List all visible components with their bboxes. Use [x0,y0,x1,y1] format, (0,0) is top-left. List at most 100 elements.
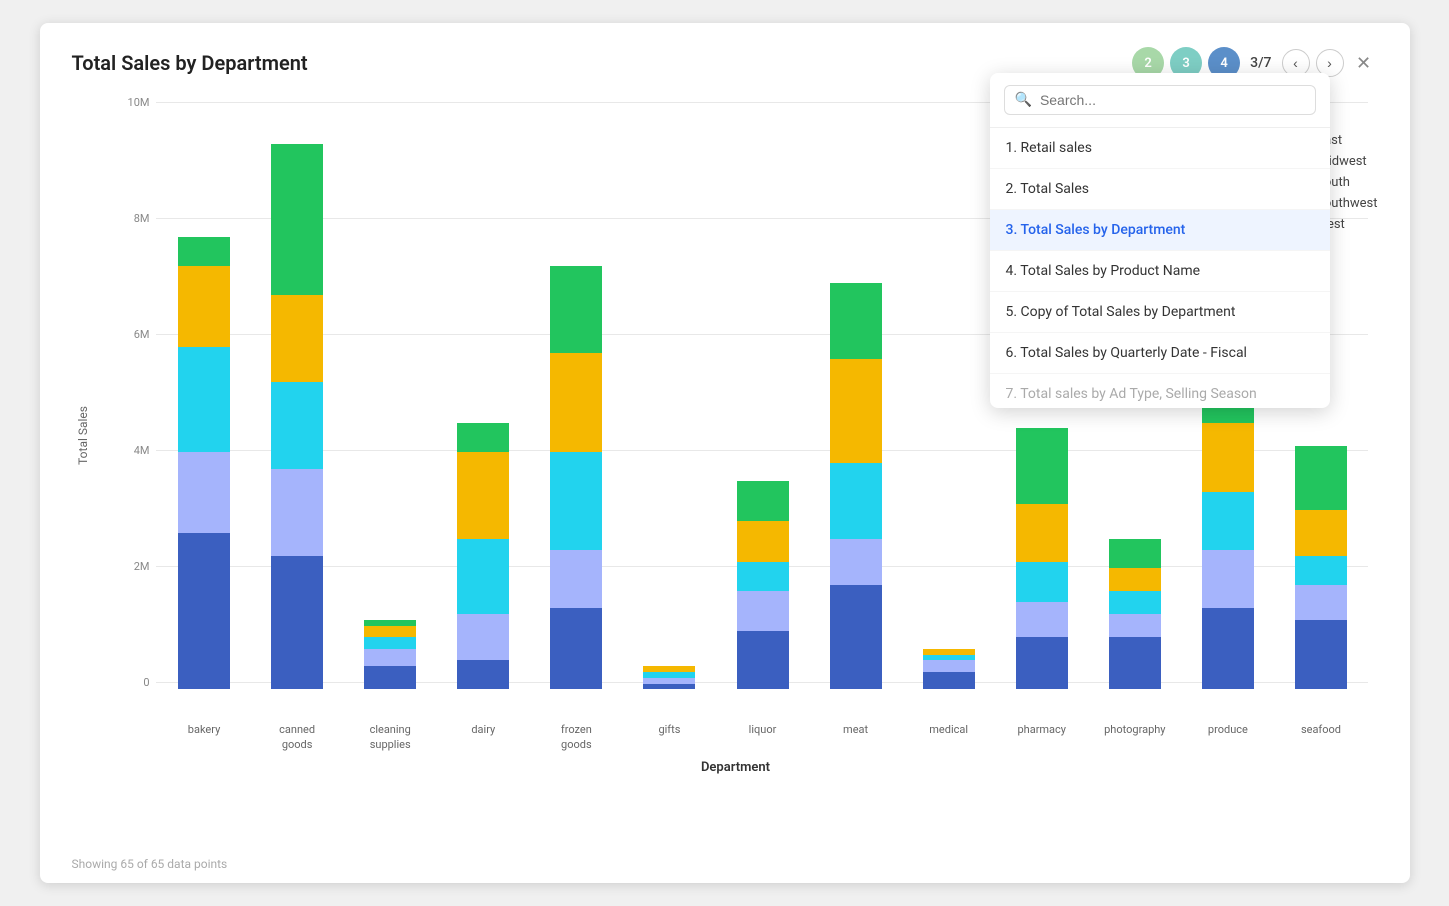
bar-segment-south [830,463,882,538]
bar-segment-midwest [457,452,509,539]
bar-group [902,95,995,689]
bar-segment-east [457,423,509,452]
bar-segment-southwest [550,550,602,608]
bar-group [716,95,809,689]
y-tick-label: 6M [114,328,150,341]
dropdown-item[interactable]: 3. Total Sales by Department [990,210,1330,251]
bar-segment-east [178,237,230,266]
bar-segment-midwest [550,353,602,452]
page-title: Total Sales by Department [72,51,308,75]
bar-segment-southwest [830,539,882,585]
bar-segment-south [1016,562,1068,603]
x-label: bakery [158,723,251,752]
bar-segment-southwest [1202,550,1254,608]
dropdown-item[interactable]: 5. Copy of Total Sales by Department [990,292,1330,333]
bar-segment-west [271,556,323,689]
bar-segment-southwest [457,614,509,660]
dropdown-item[interactable]: 6. Total Sales by Quarterly Date - Fisca… [990,333,1330,374]
dropdown-item[interactable]: 2. Total Sales [990,169,1330,210]
bar-segment-midwest [737,521,789,562]
bar-segment-southwest [737,591,789,632]
chart-container: Total Sales by Department 2 3 4 3/7 ‹ › … [40,23,1410,883]
y-axis-label: Total Sales [72,406,94,465]
bar-group [437,95,530,689]
bar-segment-west [1016,637,1068,689]
x-label: cleaning supplies [344,723,437,752]
bar-segment-south [271,382,323,469]
bar-segment-east [830,283,882,358]
x-axis-area: bakerycanned goodscleaning suppliesdairy… [158,723,1368,752]
search-icon: 🔍 [1015,92,1032,108]
bar-segment-midwest [178,266,230,347]
x-label: meat [809,723,902,752]
x-label: medical [902,723,995,752]
bar-segment-west [737,631,789,689]
y-tick-label: 0 [114,676,150,689]
bar-segment-midwest [1016,504,1068,562]
bar-segment-west [643,684,695,690]
bar-segment-south [550,452,602,551]
dropdown-item[interactable]: 7. Total sales by Ad Type, Selling Seaso… [990,374,1330,408]
bar-segment-southwest [1109,614,1161,637]
bar-segment-west [1202,608,1254,689]
bar-segment-midwest [1295,510,1347,556]
chart-selector-dropdown: 🔍 1. Retail sales2. Total Sales3. Total … [990,73,1330,408]
bar-segment-east [1016,428,1068,503]
nav-counter: 3/7 [1250,55,1271,71]
bar-segment-south [1295,556,1347,585]
dropdown-search-area: 🔍 [990,73,1330,128]
bar-group [809,95,902,689]
bar-group [251,95,344,689]
x-label: frozen goods [530,723,623,752]
bar-segment-west [830,585,882,689]
bar-segment-midwest [1202,423,1254,493]
y-tick-label: 10M [114,96,150,109]
bar-segment-southwest [1295,585,1347,620]
bar-segment-east [271,144,323,295]
x-label: produce [1181,723,1274,752]
y-tick-label: 2M [114,560,150,573]
bar-segment-south [737,562,789,591]
bar-segment-southwest [923,660,975,672]
bar-segment-south [364,637,416,649]
x-axis-title: Department [94,760,1378,775]
bar-segment-south [178,347,230,451]
nav-close-button[interactable]: ✕ [1350,49,1378,77]
bar-segment-west [364,666,416,689]
bar-group [344,95,437,689]
bar-segment-east [1109,539,1161,568]
bar-segment-east [737,481,789,522]
bar-segment-midwest [830,359,882,463]
x-label: pharmacy [995,723,1088,752]
bar-group [158,95,251,689]
search-input[interactable] [1040,92,1305,108]
dropdown-item[interactable]: 1. Retail sales [990,128,1330,169]
bar-segment-west [550,608,602,689]
bar-segment-west [178,533,230,690]
bar-segment-south [1202,492,1254,550]
x-label: seafood [1274,723,1367,752]
dropdown-list: 1. Retail sales2. Total Sales3. Total Sa… [990,128,1330,408]
x-label: canned goods [251,723,344,752]
search-input-wrapper: 🔍 [1004,85,1316,115]
bar-segment-southwest [1016,602,1068,637]
bar-segment-east [550,266,602,353]
x-label: gifts [623,723,716,752]
bar-segment-midwest [364,626,416,638]
dropdown-item[interactable]: 4. Total Sales by Product Name [990,251,1330,292]
bar-segment-west [923,672,975,689]
bar-segment-southwest [271,469,323,556]
bar-segment-west [457,660,509,689]
x-label: photography [1088,723,1181,752]
y-tick-label: 8M [114,212,150,225]
bar-segment-west [1295,620,1347,690]
footer-text: Showing 65 of 65 data points [72,857,228,871]
bar-group [623,95,716,689]
bar-segment-east [1295,446,1347,510]
bar-segment-south [457,539,509,614]
bar-segment-southwest [364,649,416,666]
bar-segment-southwest [178,452,230,533]
bar-group [530,95,623,689]
bar-segment-midwest [1109,568,1161,591]
bar-segment-midwest [271,295,323,382]
